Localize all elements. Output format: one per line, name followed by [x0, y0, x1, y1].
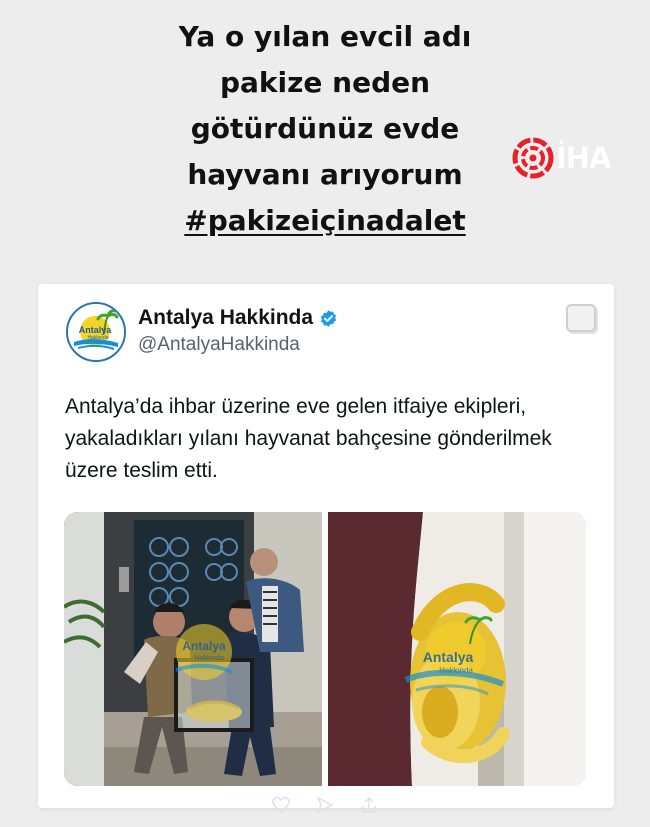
yellow-python-photo-icon: Antalya Hakkında [328, 512, 586, 786]
antalya-hakkinda-logo-icon: Antalya Hakkında [68, 304, 124, 360]
copy-icon[interactable] [566, 304, 596, 332]
iha-watermark: İHA [512, 136, 632, 180]
display-name-text: Antalya Hakkinda [138, 306, 314, 329]
svg-text:Hakkında: Hakkında [194, 655, 224, 662]
iha-logo-icon [512, 137, 554, 179]
tweet-text: Antalya’da ihbar üzerine eve gelen itfai… [65, 395, 552, 482]
hashtag-link[interactable]: #pakizeiçinadalet [184, 204, 465, 237]
verified-badge-icon [321, 309, 337, 327]
svg-text:Antalya: Antalya [423, 649, 474, 665]
caption-line-1: Ya o yılan evcil adı [178, 20, 472, 53]
story-controls [0, 790, 650, 820]
share-icon[interactable] [359, 795, 379, 815]
iha-watermark-text: İHA [556, 141, 612, 175]
tweet-card: Antalya Hakkında Antalya Hakkinda @Antal… [38, 284, 614, 808]
heart-icon[interactable] [271, 795, 291, 815]
send-icon[interactable] [315, 795, 335, 815]
tweet-photo-2[interactable]: Antalya Hakkında [328, 512, 586, 786]
svg-text:Antalya: Antalya [182, 639, 226, 653]
display-name[interactable]: Antalya Hakkinda [138, 306, 338, 330]
user-handle[interactable]: @AntalyaHakkinda [138, 334, 300, 356]
tweet-photo-1[interactable]: Antalya Hakkında [64, 512, 322, 786]
svg-text:Hakkında: Hakkında [87, 335, 108, 341]
caption-line-2: pakize neden [219, 66, 431, 99]
story-caption: Ya o yılan evcil adı pakize neden götürd… [0, 14, 650, 244]
svg-text:Antalya: Antalya [79, 325, 113, 335]
avatar[interactable]: Antalya Hakkında [66, 302, 126, 362]
people-with-snake-tank-photo-icon: Antalya Hakkında [64, 512, 322, 786]
